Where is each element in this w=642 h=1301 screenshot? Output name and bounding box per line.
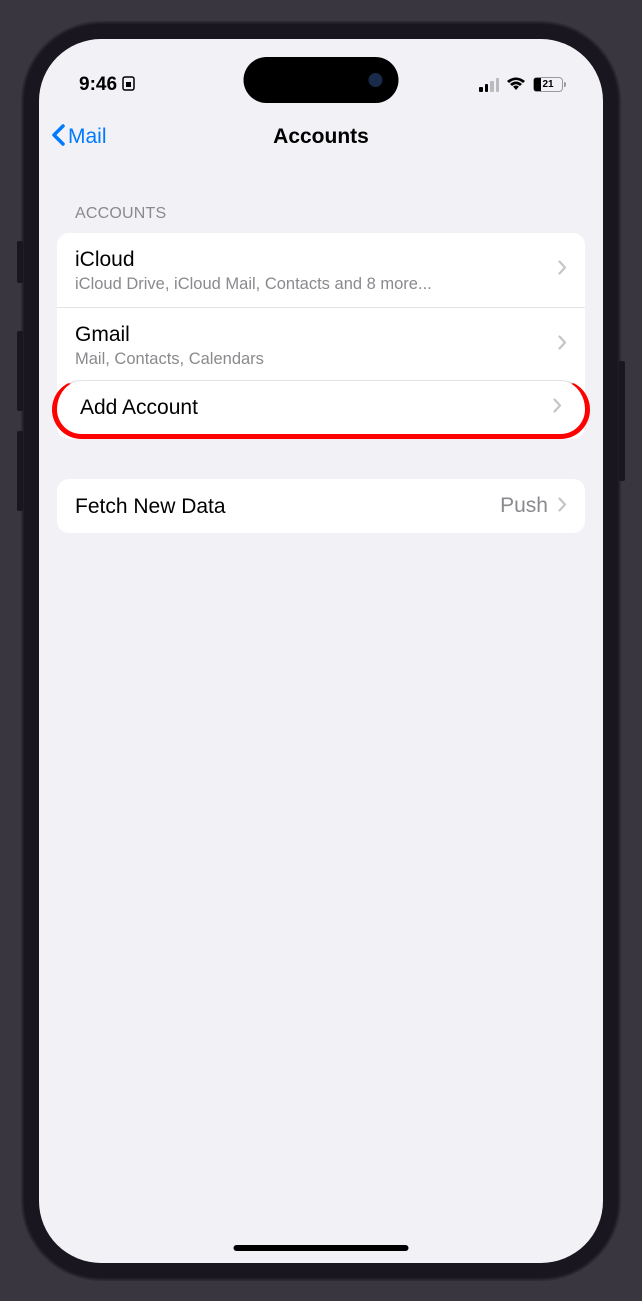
chevron-left-icon [51, 123, 66, 151]
volume-up-button [17, 331, 23, 411]
content-area: ACCOUNTS iCloud iCloud Drive, iCloud Mai… [39, 169, 603, 534]
fetch-value: Push [500, 494, 548, 518]
status-left: 9:46 [79, 74, 135, 96]
device-frame: 9:46 21 [21, 21, 621, 1281]
page-title: Accounts [273, 125, 369, 149]
wifi-icon [506, 77, 526, 92]
chevron-right-icon [553, 397, 562, 418]
add-account-label: Add Account [80, 394, 553, 421]
cellular-signal-icon [479, 78, 499, 92]
volume-down-button [17, 431, 23, 511]
navigation-bar: Mail Accounts [39, 109, 603, 169]
account-row-gmail[interactable]: Gmail Mail, Contacts, Calendars [57, 307, 585, 382]
back-label: Mail [68, 125, 107, 149]
power-button [619, 361, 625, 481]
fetch-group: Fetch New Data Push [57, 479, 585, 533]
accounts-group: iCloud iCloud Drive, iCloud Mail, Contac… [57, 233, 585, 440]
add-account-row[interactable]: Add Account [52, 380, 590, 439]
battery-percent: 21 [534, 79, 562, 90]
section-header-accounts: ACCOUNTS [57, 169, 585, 233]
battery-icon: 21 [533, 77, 563, 92]
status-time: 9:46 [79, 74, 117, 96]
chevron-right-icon [558, 496, 567, 517]
home-indicator[interactable] [234, 1245, 409, 1251]
account-row-icloud[interactable]: iCloud iCloud Drive, iCloud Mail, Contac… [57, 233, 585, 307]
account-subtitle: iCloud Drive, iCloud Mail, Contacts and … [75, 275, 558, 294]
dynamic-island [244, 57, 399, 103]
account-title: Gmail [75, 321, 558, 348]
side-button [17, 241, 23, 283]
account-subtitle: Mail, Contacts, Calendars [75, 350, 558, 369]
chevron-right-icon [558, 334, 567, 355]
account-title: iCloud [75, 246, 558, 273]
fetch-label: Fetch New Data [75, 493, 500, 520]
screen: 9:46 21 [39, 39, 603, 1263]
camera-dot [369, 73, 383, 87]
fetch-new-data-row[interactable]: Fetch New Data Push [57, 479, 585, 533]
chevron-right-icon [558, 259, 567, 280]
sim-icon [122, 76, 135, 94]
back-button[interactable]: Mail [51, 123, 107, 151]
status-right: 21 [479, 77, 563, 92]
